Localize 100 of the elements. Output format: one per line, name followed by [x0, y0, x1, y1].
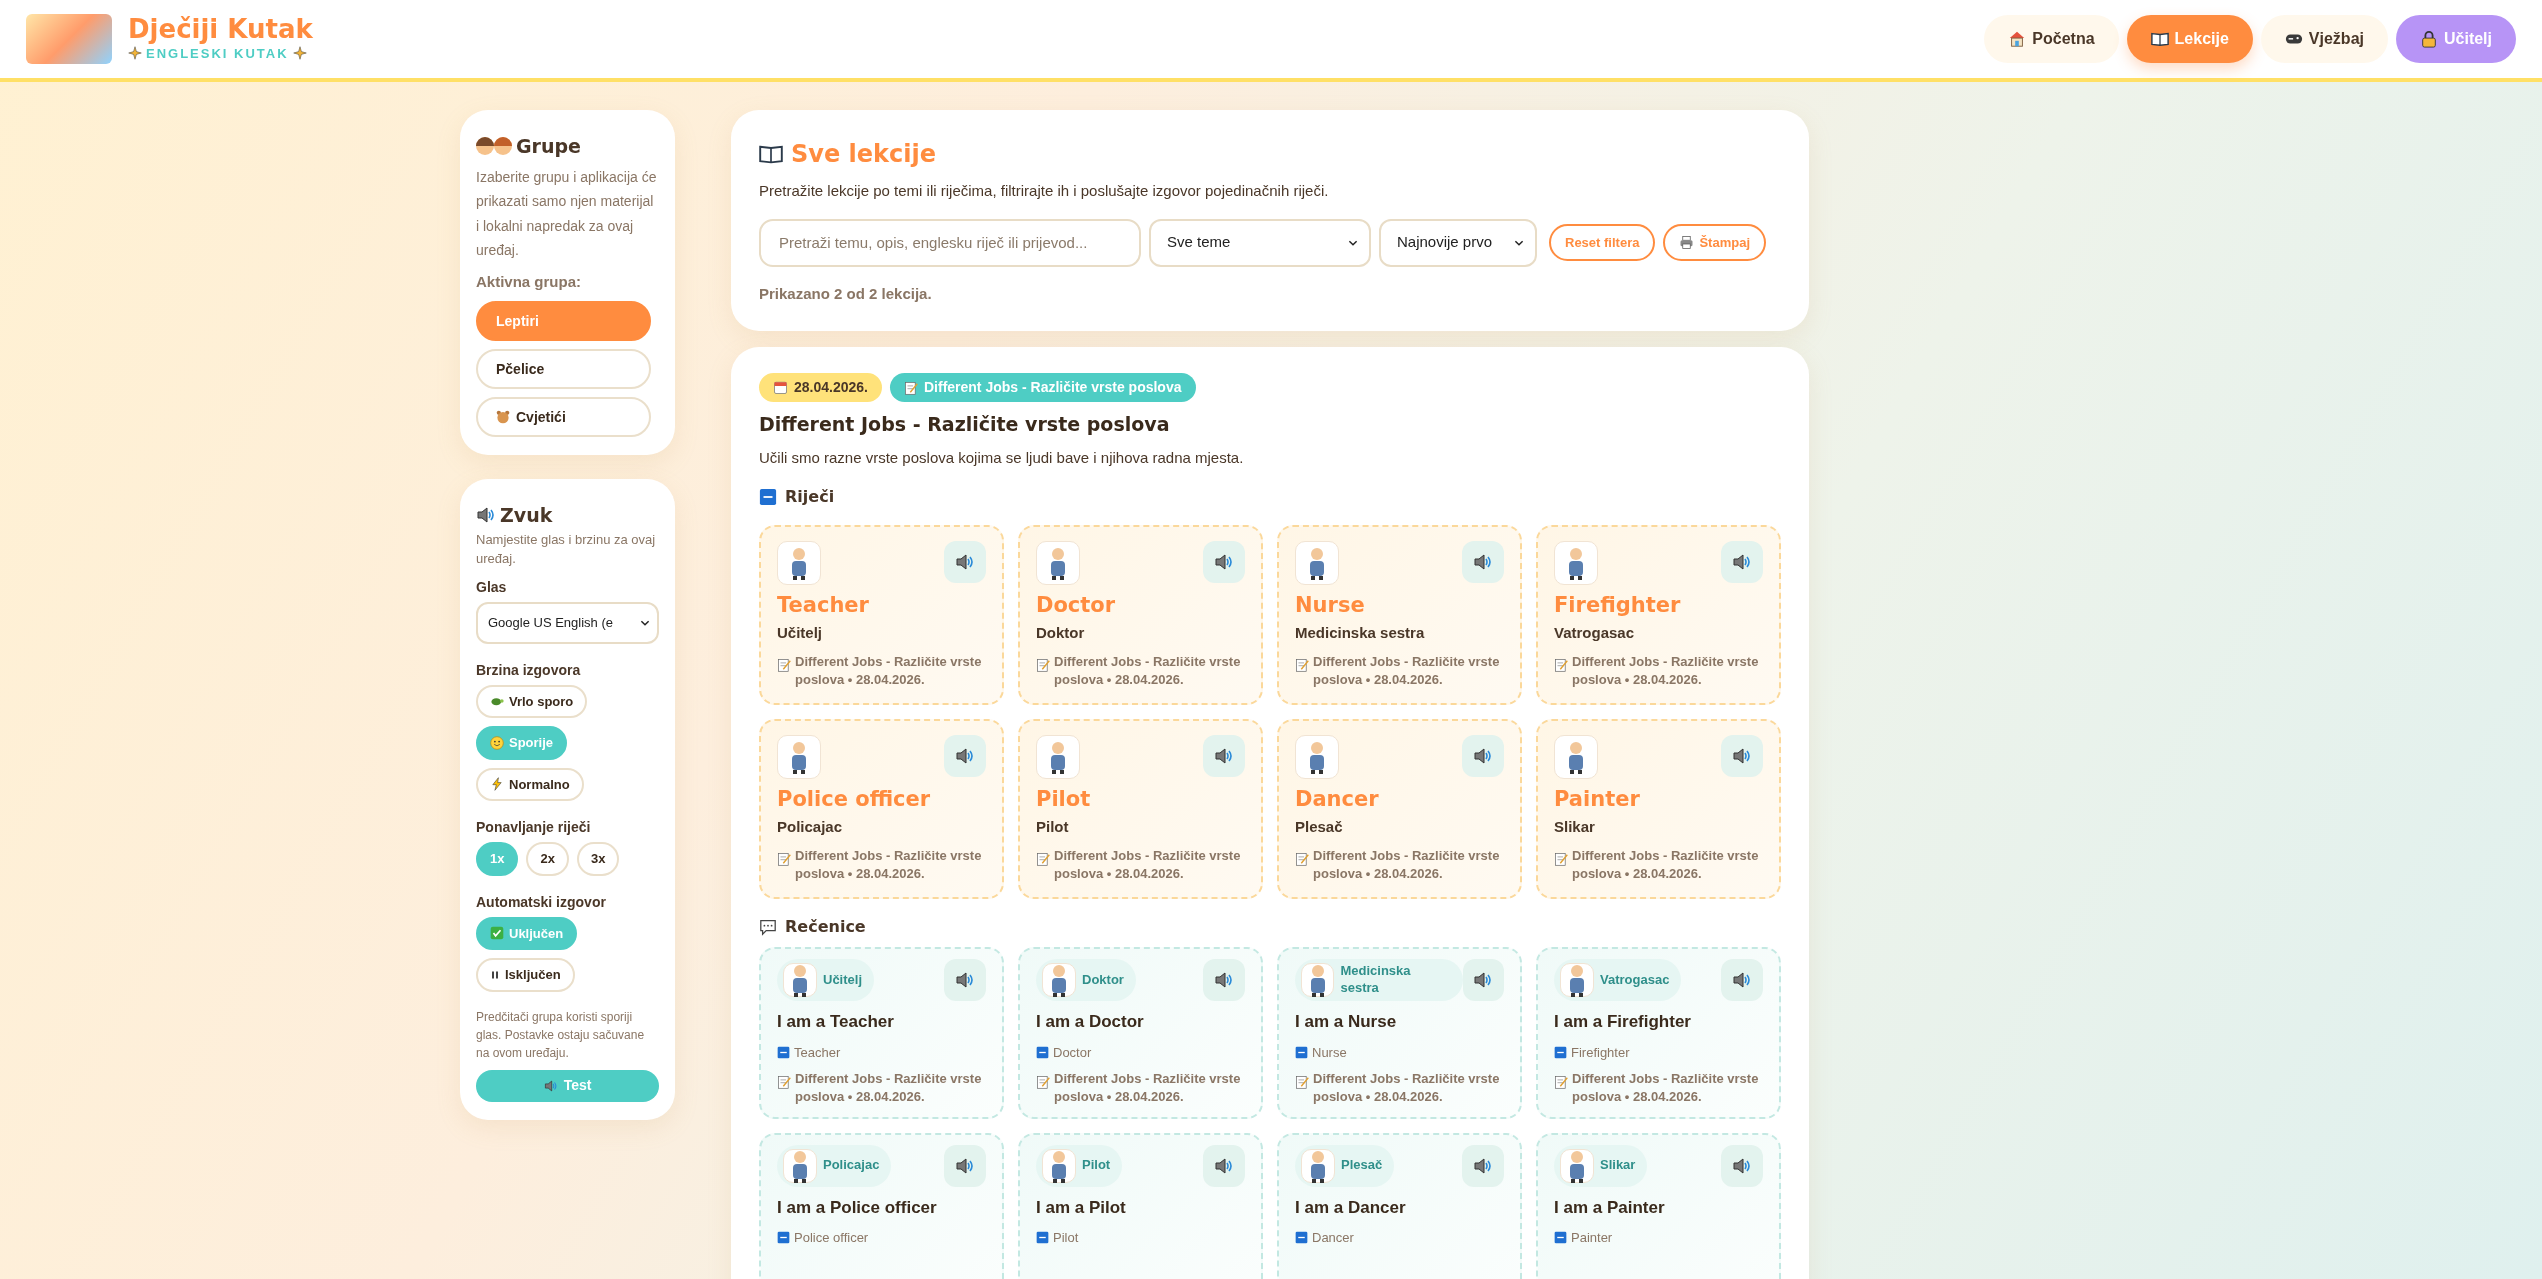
topic-select[interactable]: Sve teme: [1149, 218, 1371, 267]
speaker-icon: [1732, 746, 1752, 767]
speaker-icon: [955, 1155, 975, 1176]
memo-icon: [1295, 657, 1309, 672]
job-picture: [1554, 541, 1598, 585]
chip-label: Slikar: [1600, 1157, 1636, 1174]
lesson-meta: Different Jobs - Različite vrste poslova • 28.04.2026.: [1313, 846, 1501, 883]
english-word: Firefighter: [1554, 593, 1682, 619]
option-button[interactable]: Isključen: [476, 958, 575, 992]
speaker-icon: [1473, 1155, 1493, 1176]
speak-button[interactable]: [1462, 735, 1504, 778]
panel-description: Namjestite glas i brzinu za ovaj uređaj.: [476, 530, 657, 568]
job-picture: [1042, 1148, 1076, 1183]
search-field[interactable]: Pretraži temu, opis, englesku riječ ili prijevod...: [759, 218, 1141, 267]
sentence-text: I am a Teacher: [777, 1011, 895, 1034]
section-heading: Rečenice: [785, 916, 866, 939]
printer-icon: [1679, 235, 1695, 250]
field-label: Ponavljanje riječi: [476, 818, 592, 837]
active-group-label: Aktivna grupa:: [476, 271, 582, 292]
abc-icon: [1295, 1045, 1308, 1059]
page-description: Pretražite lekcije po temi ili riječima, filtrirajte ih i poslušajte izgovor pojedinačnih riječi.: [759, 181, 1330, 201]
abc-icon: [1036, 1231, 1049, 1245]
panel-title: Zvuk: [500, 503, 553, 528]
voice-select[interactable]: Google US English (e: [476, 601, 659, 644]
speak-button[interactable]: [1203, 959, 1245, 1002]
abc-icon: [1295, 1231, 1308, 1245]
abc-icon: [1554, 1045, 1567, 1059]
date-tag: 28.04.2026.: [759, 373, 882, 402]
translation: Doktor: [1036, 623, 1086, 644]
english-word: Teacher: [794, 1043, 841, 1062]
sentence-text: I am a Doctor: [1036, 1011, 1145, 1034]
lesson-meta: Different Jobs - Različite vrste poslova • 28.04.2026.: [795, 1070, 983, 1107]
sparkle-icon: [292, 46, 307, 61]
option-button[interactable]: 3x: [576, 842, 620, 876]
speak-button[interactable]: [1203, 541, 1245, 583]
abc-icon: [777, 1231, 790, 1245]
memo-icon: [1036, 657, 1050, 672]
memo-icon: [1036, 851, 1050, 866]
lesson-meta: Different Jobs - Različite vrste poslova • 28.04.2026.: [1572, 652, 1760, 689]
children-icon: [476, 137, 512, 156]
speak-button[interactable]: [1721, 1144, 1763, 1187]
speak-button[interactable]: [1462, 541, 1504, 583]
speak-button[interactable]: [944, 735, 986, 778]
lesson-meta: Different Jobs - Različite vrste poslova • 28.04.2026.: [795, 652, 983, 689]
brand-subtitle: ENGLESKI KUTAK: [146, 44, 289, 63]
speaker-icon: [1214, 970, 1234, 991]
nav-button[interactable]: Početna: [1984, 15, 2119, 63]
speak-button[interactable]: [1462, 959, 1504, 1002]
panel-description: Izaberite grupu i aplikacija će prikazati samo njen materijal i lokalni napredak za ovaj uređaj.: [476, 167, 658, 260]
speak-button[interactable]: [944, 541, 986, 583]
lightning-icon: [490, 777, 504, 792]
speak-button[interactable]: [944, 1144, 986, 1187]
abc-icon: [1036, 1045, 1049, 1059]
nav-button[interactable]: Vježbaj: [2260, 15, 2388, 63]
sentence-text: I am a Firefighter: [1554, 1011, 1692, 1034]
english-word: Pilot: [1053, 1229, 1079, 1247]
chip-label: Policajac: [823, 1157, 880, 1174]
speaker-icon: [955, 552, 975, 572]
group-button[interactable]: Cvjetići: [476, 397, 651, 437]
job-picture: [777, 735, 821, 780]
job-picture: [1560, 963, 1594, 998]
house-icon: [2008, 30, 2027, 48]
translation: Učitelj: [777, 623, 823, 644]
sort-select[interactable]: Najnovije prvo: [1379, 218, 1537, 267]
sentence-text: I am a Dancer: [1295, 1196, 1407, 1219]
group-button[interactable]: Pčelice: [476, 349, 651, 389]
speaker-icon: [955, 746, 975, 767]
speak-button[interactable]: [1203, 735, 1245, 778]
memo-icon: [777, 657, 791, 672]
speak-button[interactable]: [1462, 1144, 1504, 1187]
translation: Slikar: [1554, 817, 1596, 838]
speaker-icon: [1732, 970, 1752, 991]
option-button[interactable]: 2x: [526, 842, 569, 876]
english-word: Dancer: [1312, 1229, 1354, 1247]
english-word: Doctor: [1036, 593, 1117, 619]
memo-icon: [1554, 1075, 1568, 1090]
english-word: Nurse: [1295, 593, 1366, 619]
memo-icon: [1554, 851, 1568, 866]
speak-button[interactable]: [1721, 541, 1763, 583]
speak-button[interactable]: [1721, 959, 1763, 1002]
book-icon: [2150, 30, 2169, 48]
smiley-icon: [490, 735, 504, 750]
english-word: Painter: [1554, 787, 1641, 813]
speak-button[interactable]: [1721, 735, 1763, 778]
memo-icon: [777, 1075, 791, 1090]
speak-button[interactable]: [944, 959, 986, 1002]
abc-icon: [759, 488, 777, 506]
speak-button[interactable]: [1203, 1144, 1245, 1187]
topic-tag: Different Jobs - Različite vrste poslova: [889, 373, 1196, 402]
speaker-icon: [1732, 1155, 1752, 1176]
option-button[interactable]: Vrlo sporo: [476, 684, 588, 718]
lesson-meta: Different Jobs - Različite vrste poslova • 28.04.2026.: [1054, 1070, 1242, 1107]
job-picture: [1295, 735, 1339, 780]
chip-label: Medicinska sestra: [1340, 963, 1412, 997]
abc-icon: [1554, 1231, 1567, 1245]
chip-label: Učitelj: [823, 971, 862, 989]
speaker-icon: [1214, 552, 1234, 572]
option-button[interactable]: Normalno: [476, 767, 584, 801]
memo-icon: [1295, 1075, 1309, 1090]
chip-label: Doktor: [1082, 971, 1124, 989]
